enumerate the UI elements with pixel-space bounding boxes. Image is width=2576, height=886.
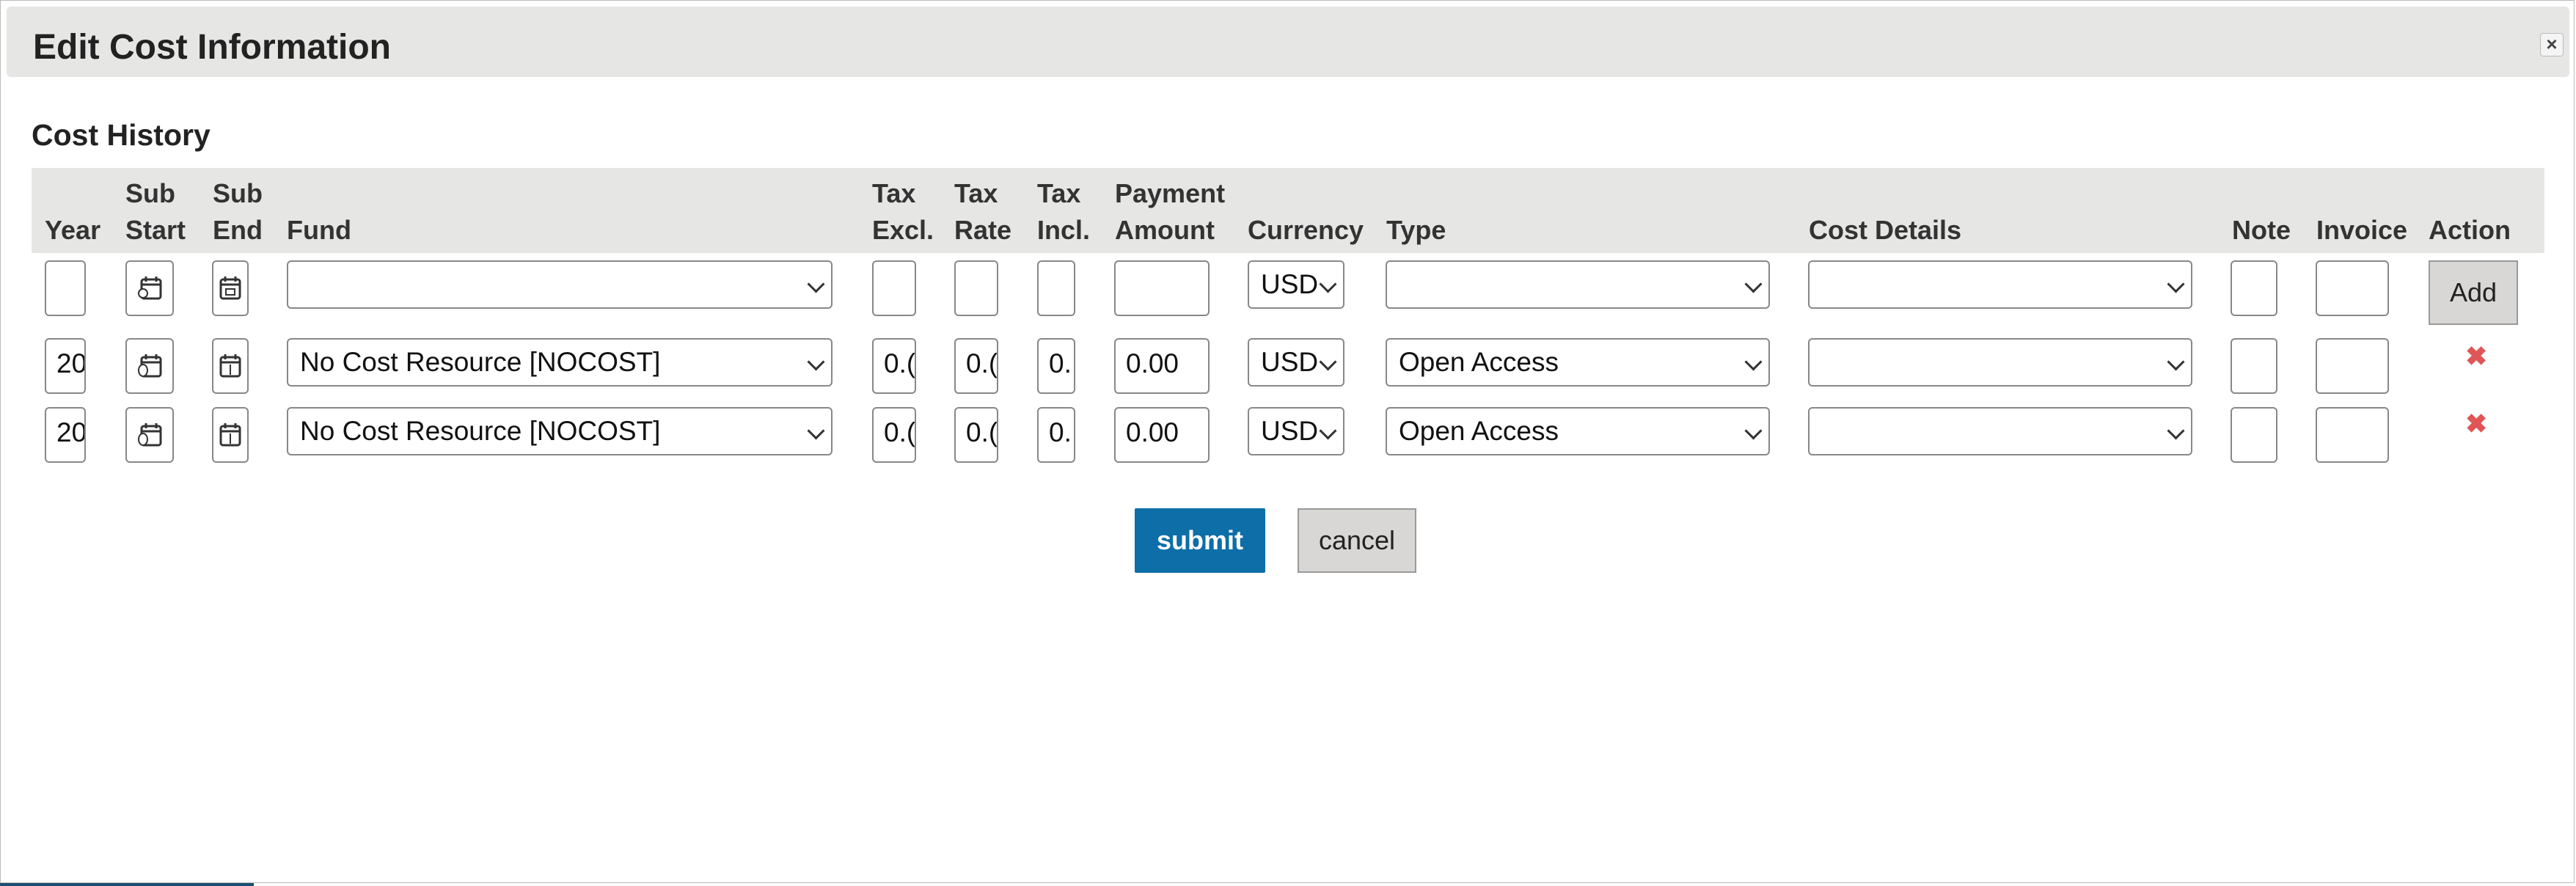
type-select[interactable]: Open Access xyxy=(1386,338,1770,387)
chevron-down-icon xyxy=(2167,275,2185,293)
col-note: Note xyxy=(2232,215,2291,245)
fund-select-value: No Cost Resource [NOCOST] xyxy=(300,416,661,446)
note-input[interactable] xyxy=(2231,260,2277,316)
chevron-down-icon xyxy=(807,422,825,440)
col-action: Action xyxy=(2429,215,2511,245)
cost-details-select[interactable] xyxy=(1808,260,2192,309)
delete-icon[interactable]: ✖ xyxy=(2465,409,2487,439)
col-type: Type xyxy=(1386,215,1446,245)
tax-excl-input[interactable]: 0.( xyxy=(872,407,916,463)
dialog-titlebar: Edit Cost Information × xyxy=(7,7,2569,77)
bottom-strip xyxy=(0,883,254,886)
currency-select-value: USD xyxy=(1261,347,1319,377)
cost-details-select[interactable] xyxy=(1808,407,2192,455)
col-year: Year xyxy=(45,215,101,245)
sub-start-date-input[interactable] xyxy=(125,338,174,394)
col-invoice: Invoice xyxy=(2316,215,2408,245)
chevron-down-icon xyxy=(1319,422,1337,440)
year-input[interactable]: 20 xyxy=(45,407,86,463)
sub-start-date-input[interactable] xyxy=(125,407,174,463)
col-fund: Fund xyxy=(287,215,351,245)
col-tax-incl: Tax Incl. xyxy=(1037,178,1091,245)
note-input[interactable] xyxy=(2231,338,2277,394)
tax-incl-input[interactable]: 0. xyxy=(1037,338,1075,394)
chevron-down-icon xyxy=(1744,275,1763,293)
currency-select[interactable]: USD xyxy=(1248,338,1344,387)
cost-details-select[interactable] xyxy=(1808,338,2192,387)
tax-rate-input[interactable] xyxy=(954,260,998,316)
chevron-down-icon xyxy=(2167,422,2185,440)
col-cost-details: Cost Details xyxy=(1809,215,1962,245)
tax-rate-input[interactable]: 0.( xyxy=(954,407,998,463)
invoice-input[interactable] xyxy=(2316,260,2389,316)
chevron-down-icon xyxy=(2167,353,2185,371)
col-sub-end: Sub End xyxy=(213,178,263,245)
tax-excl-input[interactable]: 0.( xyxy=(872,338,916,394)
fund-select[interactable]: No Cost Resource [NOCOST] xyxy=(287,338,833,387)
tax-excl-input[interactable] xyxy=(872,260,916,316)
calendar-icon xyxy=(138,277,162,300)
fund-select[interactable] xyxy=(287,260,833,309)
col-currency: Currency xyxy=(1248,215,1364,245)
sub-end-date-input[interactable] xyxy=(212,407,249,463)
col-tax-excl: Tax Excl. xyxy=(872,178,934,245)
submit-button[interactable]: submit xyxy=(1135,508,1265,573)
payment-amount-input[interactable]: 0.00 xyxy=(1114,338,1210,394)
payment-amount-input[interactable]: 0.00 xyxy=(1114,407,1210,463)
chevron-down-icon xyxy=(1744,422,1763,440)
tax-incl-input[interactable] xyxy=(1037,260,1075,316)
type-select-value: Open Access xyxy=(1399,347,1559,377)
invoice-input[interactable] xyxy=(2316,338,2389,394)
currency-select-value: USD xyxy=(1261,416,1319,446)
calendar-icon xyxy=(138,354,162,378)
invoice-input[interactable] xyxy=(2316,407,2389,463)
sub-start-date-input[interactable] xyxy=(125,260,174,316)
col-tax-rate: Tax Rate xyxy=(954,178,1012,245)
calendar-icon xyxy=(219,423,241,447)
payment-amount-input[interactable] xyxy=(1114,260,1210,316)
chevron-down-icon xyxy=(807,275,825,293)
section-title: Cost History xyxy=(32,118,211,152)
fund-select[interactable]: No Cost Resource [NOCOST] xyxy=(287,407,833,455)
calendar-icon xyxy=(138,423,162,447)
currency-select-value: USD xyxy=(1261,269,1319,299)
cancel-button[interactable]: cancel xyxy=(1298,508,1416,573)
chevron-down-icon xyxy=(807,353,825,371)
calendar-icon xyxy=(219,277,241,300)
currency-select[interactable]: USD xyxy=(1248,260,1344,309)
calendar-icon xyxy=(219,354,241,378)
col-payment-amount: Payment Amount xyxy=(1115,178,1226,245)
delete-icon[interactable]: ✖ xyxy=(2465,341,2487,372)
sub-end-date-input[interactable] xyxy=(212,260,249,316)
col-sub-start: Sub Start xyxy=(125,178,186,245)
chevron-down-icon xyxy=(1319,275,1337,293)
tax-rate-input[interactable]: 0.( xyxy=(954,338,998,394)
fund-select-value: No Cost Resource [NOCOST] xyxy=(300,347,661,377)
type-select-value: Open Access xyxy=(1399,416,1559,446)
close-button[interactable]: × xyxy=(2540,33,2564,56)
note-input[interactable] xyxy=(2231,407,2277,463)
table-header: Year Sub Start Sub End Fund Tax Excl. Tax Ra… xyxy=(32,168,2544,253)
tax-incl-input[interactable]: 0. xyxy=(1037,407,1075,463)
year-input[interactable] xyxy=(45,260,86,316)
add-button[interactable]: Add xyxy=(2429,260,2518,325)
currency-select[interactable]: USD xyxy=(1248,407,1344,455)
chevron-down-icon xyxy=(1319,353,1337,371)
dialog-title: Edit Cost Information xyxy=(33,28,391,67)
sub-end-date-input[interactable] xyxy=(212,338,249,394)
chevron-down-icon xyxy=(1744,353,1763,371)
edit-cost-dialog: Edit Cost Information × Cost History Yea… xyxy=(0,0,2575,883)
type-select[interactable] xyxy=(1386,260,1770,309)
type-select[interactable]: Open Access xyxy=(1386,407,1770,455)
year-input[interactable]: 20 xyxy=(45,338,86,394)
